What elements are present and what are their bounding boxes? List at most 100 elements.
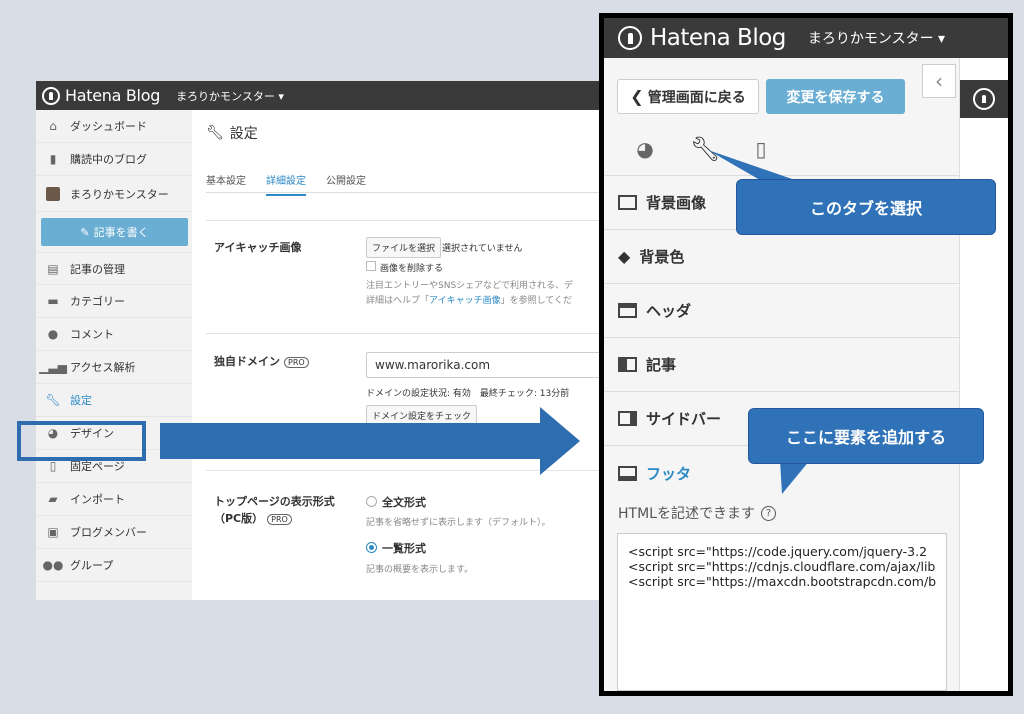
sidebar-item-category[interactable]: ▬ カテゴリー [36,285,192,318]
eyecatch-note: 注目エントリーやSNSシェアなどで利用される、デ [366,281,573,291]
menu-article[interactable]: 記事 [604,338,960,392]
image-icon [618,195,637,210]
help-link[interactable]: アイキャッチ画像 [429,296,501,306]
hatena-logo-icon [973,88,995,110]
admin-header: Hatena Blog まろりかモンスター ▾ [36,81,606,110]
footer-html-textarea[interactable]: <script src="https://code.jquery.com/jqu… [617,533,947,691]
home-icon: ⌂ [49,119,57,133]
menu-background-color[interactable]: ◆ 背景色 [604,230,960,284]
help-icon[interactable]: ? [760,505,776,521]
domain-label: 独自ドメイン PRO [214,353,309,369]
write-article-button[interactable]: ✎ 記事を書く [41,218,188,246]
document-icon: ▤ [47,261,59,276]
toppage-label-pc-text: （PC版） [214,512,264,525]
sidebar-item-label: グループ [70,559,114,572]
code-line: <script src="https://cdnjs.cloudflare.co… [628,559,936,574]
menu-label: 背景色 [639,248,685,266]
comment-icon: ● [47,327,59,341]
design-screenshot: Hatena Blog まろりかモンスター ▾ ❮ 管理画面に戻る 変更を保存す… [599,13,1013,696]
code-line: <script src="https://maxcdn.bootstrapcdn… [628,574,937,589]
preview-header [960,80,1008,118]
design-screen: Hatena Blog まろりかモンスター ▾ ❮ 管理画面に戻る 変更を保存す… [604,18,1008,691]
chevron-left-icon: ‹ [935,69,943,93]
truck-icon: ▰ [48,492,58,506]
collapse-panel-button[interactable]: ‹ [922,64,956,98]
back-to-admin-button[interactable]: ❮ 管理画面に戻る [617,79,759,114]
sidebar-item-import[interactable]: ▰ インポート [36,483,192,516]
tabs-divider [206,192,606,193]
sidebar-item-articles[interactable]: ▤ 記事の管理 [36,252,192,285]
folder-icon: ▬ [47,294,59,308]
pro-badge: PRO [267,514,292,525]
member-icon: ▣ [47,525,59,539]
help-suffix: 」を参照してくだ [500,296,573,306]
wrench-icon: 🔧︎ [45,393,61,407]
html-hint-text: HTMLを記述できます [618,506,755,522]
blog-avatar-icon [46,186,60,201]
file-status: 選択されていません [442,244,523,254]
sidebar-item-label: カテゴリー [70,295,125,308]
sidebar-item-members[interactable]: ▣ ブログメンバー [36,516,192,549]
menu-label: ヘッダ [646,302,692,320]
radio-list-label: 一覧形式 [382,542,426,555]
sidebar-item-label: まろりかモンスター [70,187,169,201]
callout-select-tab: このタブを選択 [736,179,996,235]
radio-full-label: 全文形式 [382,496,426,509]
admin-logo-text[interactable]: Hatena Blog [65,86,160,105]
domain-input[interactable]: www.marorika.com [366,352,606,378]
radio-full[interactable] [366,496,377,507]
sidebar-item-label: インポート [70,493,125,506]
page-title: 🔧︎ 設定 [206,123,258,143]
layout-article-icon [618,357,637,372]
menu-label: フッタ [646,464,692,483]
sidebar-item-group[interactable]: ●● グループ [36,549,192,582]
edit-icon: ✎ [80,225,90,239]
menu-header[interactable]: ヘッダ [604,284,960,338]
hatena-logo-icon[interactable] [42,86,60,105]
toppage-label: トップページの表示形式 [214,495,335,508]
admin-sidebar: ⌂ ダッシュボード ▮ 購読中のブログ まろりかモンスター ✎ 記事を書く ▤ … [36,110,192,600]
wrench-icon: 🔧︎ [206,125,224,141]
sidebar-item-label: コメント [70,328,114,341]
hatena-logo-icon[interactable] [618,26,642,50]
section-divider [206,333,606,334]
sidebar-item-subscriptions[interactable]: ▮ 購読中のブログ [36,143,192,176]
arrow-right-icon [160,407,580,475]
radio-list[interactable] [366,542,377,553]
layout-footer-icon [618,465,637,481]
bookmark-icon: ▮ [49,152,57,166]
admin-main: 🔧︎ 設定 基本設定 詳細設定 公開設定 アイキャッチ画像 ファイルを選択 選択… [192,110,606,600]
help-prefix: 詳細はヘルプ「 [366,296,430,306]
radio-list-note: 記事の概要を表示します。 [366,565,474,575]
sidebar-item-blog[interactable]: まろりかモンスター [36,176,192,212]
section-divider [206,220,606,221]
sidebar-item-dashboard[interactable]: ⌂ ダッシュボード [36,110,192,143]
sidebar-item-label: 設定 [70,394,92,407]
back-button-label: 管理画面に戻る [647,89,746,106]
sidebar-item-label: アクセス解析 [70,361,136,374]
layout-header-icon [618,303,637,318]
group-icon: ●● [42,558,64,572]
sidebar-item-label: 記事の管理 [70,262,125,276]
domain-status: ドメインの設定状況: 有効 最終チェック: 13分前 [366,389,570,399]
menu-label: サイドバー [646,410,722,428]
pro-badge: PRO [284,357,309,368]
design-header: Hatena Blog まろりかモンスター ▾ [604,18,1008,58]
preview-area [960,58,1008,691]
bar-chart-icon: ▁▃▅ [39,360,67,374]
delete-image-checkbox[interactable] [366,261,376,271]
sidebar-item-comment[interactable]: ● コメント [36,318,192,351]
file-select-button[interactable]: ファイルを選択 [366,237,442,258]
layout-sidebar-icon [618,411,637,426]
sidebar-item-analytics[interactable]: ▁▃▅ アクセス解析 [36,351,192,384]
design-highlight-box [17,421,146,461]
save-changes-button[interactable]: 変更を保存する [766,79,905,114]
design-blog-switcher[interactable]: まろりかモンスター ▾ [808,28,945,48]
admin-blog-switcher[interactable]: まろりかモンスター ▾ [176,88,284,104]
sidebar-item-label: 購読中のブログ [70,153,147,166]
palette-icon[interactable]: ◕ [628,132,662,166]
paint-bucket-icon: ◆ [618,247,631,266]
sidebar-item-label: ダッシュボード [70,120,147,133]
design-logo-text[interactable]: Hatena Blog [650,25,786,51]
menu-label: 記事 [646,356,677,374]
